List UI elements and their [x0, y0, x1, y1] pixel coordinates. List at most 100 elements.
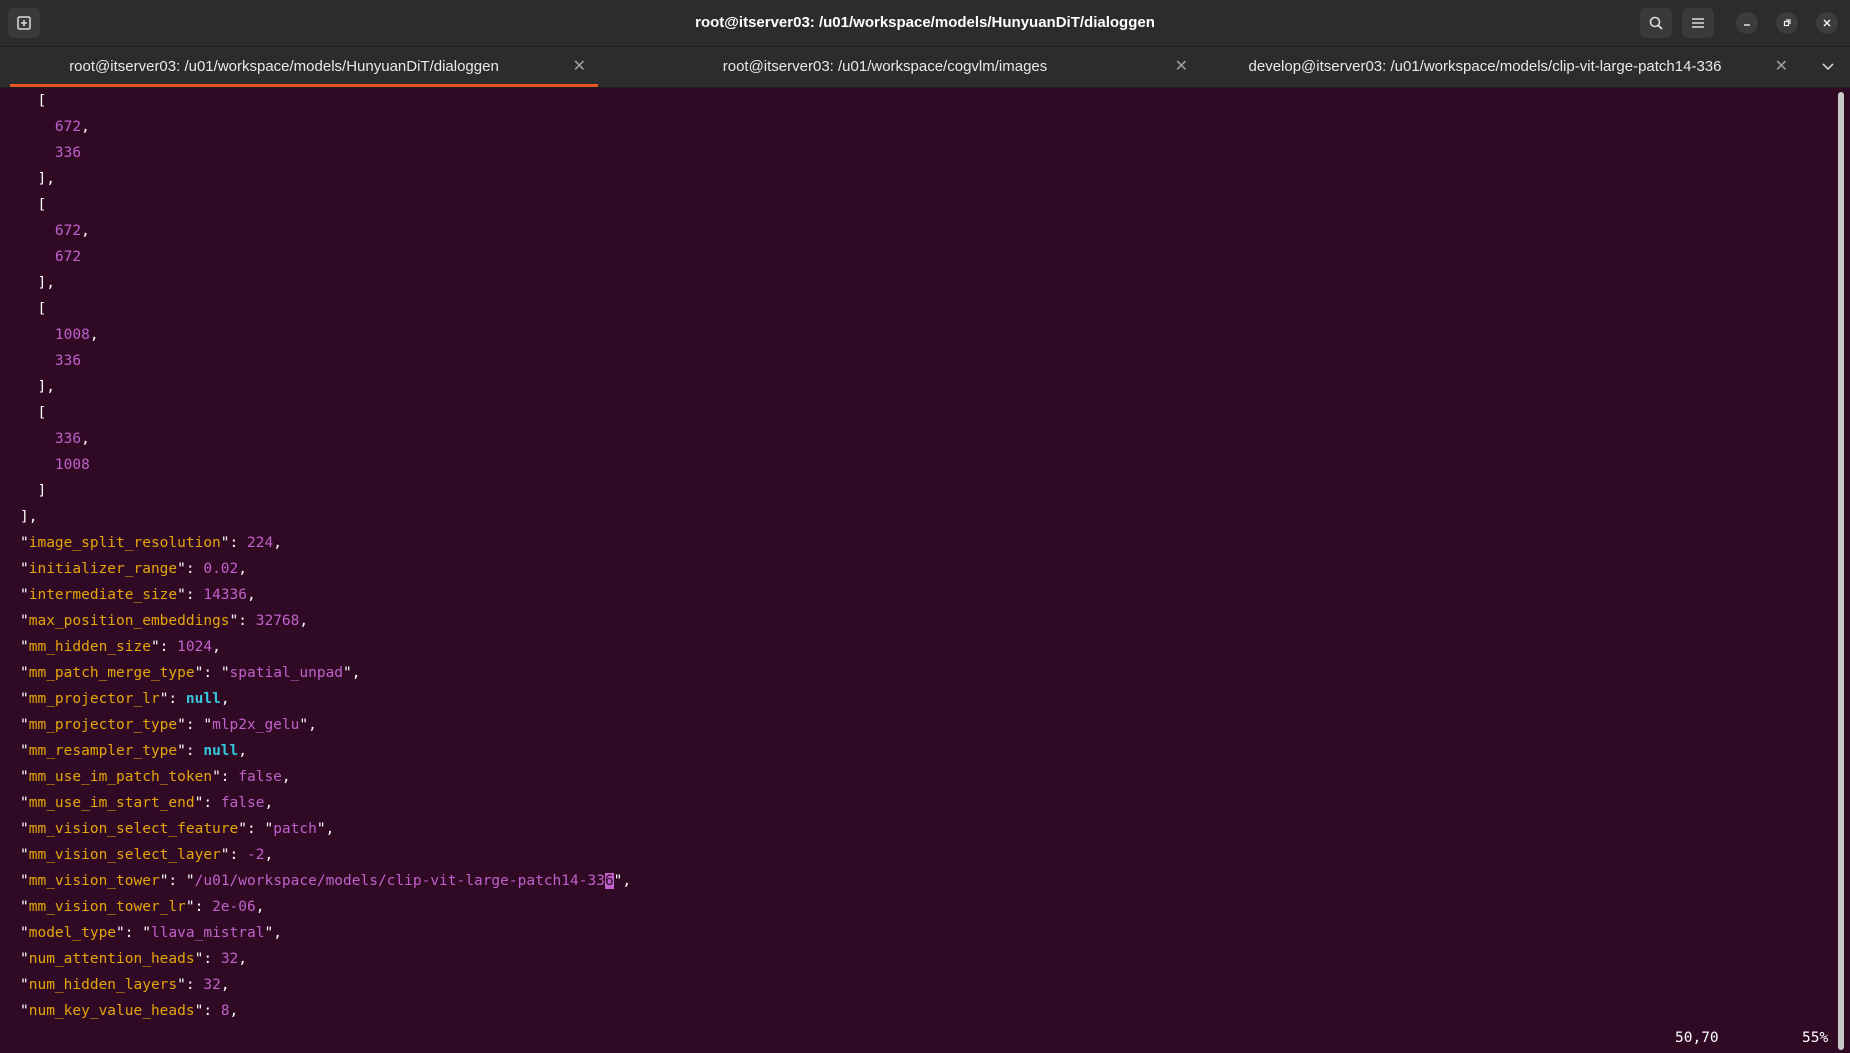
json-value: 336: [54, 145, 82, 161]
quote: ": [20, 899, 29, 915]
json-key: num_attention_heads: [28, 951, 195, 967]
comma: ,: [81, 119, 90, 135]
terminal-line: "mm_vision_select_feature": "patch",: [20, 816, 334, 842]
cursor-position: 50,70: [1675, 1030, 1719, 1046]
quote: ": [20, 665, 29, 681]
json-value: 1008: [54, 457, 90, 473]
json-value: -2: [247, 847, 265, 863]
json-key: mm_projector_lr: [28, 691, 160, 707]
comma: ,: [81, 223, 90, 239]
json-key: mm_patch_merge_type: [28, 665, 195, 681]
terminal-line: [: [20, 400, 46, 426]
quote: ": [299, 717, 309, 733]
comma: ,: [220, 977, 230, 993]
comma: ,: [238, 951, 248, 967]
quote: ": [20, 535, 29, 551]
comma: ,: [238, 743, 247, 759]
terminal-line: "num_key_value_heads": 8,: [20, 998, 238, 1024]
json-string: /u01/workspace/models/clip-vit-large-pat…: [194, 873, 605, 889]
separator: ":: [220, 535, 247, 551]
json-value: 14336: [203, 587, 247, 603]
terminal-line: "mm_resampler_type": null,: [20, 738, 247, 764]
quote: ": [220, 665, 230, 681]
terminal-line: "mm_use_im_patch_token": false,: [20, 764, 291, 790]
terminal-line: ],: [20, 166, 54, 192]
bracket: [: [37, 405, 47, 421]
json-key: num_hidden_layers: [28, 977, 178, 993]
quote: ": [343, 665, 352, 681]
tab-list-button[interactable]: [1816, 47, 1840, 87]
separator: ":: [238, 821, 265, 837]
terminal-line: "num_attention_heads": 32,: [20, 946, 247, 972]
quote: ": [203, 717, 213, 733]
terminal-line: ],: [20, 270, 54, 296]
separator: ":: [220, 847, 247, 863]
window-title: root@itserver03: /u01/workspace/models/H…: [695, 14, 1155, 31]
menu-button[interactable]: [1682, 8, 1714, 38]
quote: ": [316, 821, 326, 837]
tab-clip-vit[interactable]: develop@itserver03: /u01/workspace/model…: [1210, 47, 1800, 87]
separator: ":: [159, 873, 186, 889]
json-value: false: [238, 769, 282, 785]
terminal-line: 336,: [20, 426, 90, 452]
maximize-button[interactable]: [1776, 12, 1798, 34]
tab-bar: root@itserver03: /u01/workspace/models/H…: [0, 47, 1850, 88]
terminal-output[interactable]: [ 672, 336 ], [ 672, 672 ], [ 1008, 336 …: [0, 88, 1840, 1053]
quote: ": [20, 873, 29, 889]
quote: ": [20, 717, 29, 733]
comma: ,: [325, 821, 335, 837]
bracket: ],: [20, 509, 38, 525]
json-key: mm_vision_tower_lr: [28, 899, 186, 915]
quote: ": [20, 951, 29, 967]
terminal-line: "mm_patch_merge_type": "spatial_unpad",: [20, 660, 361, 686]
terminal-line: [: [20, 296, 46, 322]
maximize-icon: [1783, 19, 1791, 27]
terminal-line: "mm_projector_lr": null,: [20, 686, 230, 712]
minimize-button[interactable]: [1736, 12, 1758, 34]
json-value: 672: [54, 223, 82, 239]
terminal-line: "initializer_range": 0.02,: [20, 556, 247, 582]
terminal-line: "model_type": "llava_mistral",: [20, 920, 282, 946]
tab-hunyuandit-dialoggen[interactable]: root@itserver03: /u01/workspace/models/H…: [10, 47, 598, 87]
tab-close-button[interactable]: ✕: [573, 47, 586, 87]
json-key: initializer_range: [28, 561, 178, 577]
terminal-line: "num_hidden_layers": 32,: [20, 972, 230, 998]
quote: ": [142, 925, 151, 941]
json-key: mm_resampler_type: [28, 743, 178, 759]
search-button[interactable]: [1640, 8, 1672, 38]
json-key: image_split_resolution: [28, 535, 221, 551]
separator: ":: [177, 717, 204, 733]
tab-cogvlm-images[interactable]: root@itserver03: /u01/workspace/cogvlm/i…: [610, 47, 1200, 87]
comma: ,: [255, 899, 265, 915]
comma: ,: [308, 717, 317, 733]
comma: ,: [351, 665, 361, 681]
separator: ":: [116, 925, 143, 941]
scroll-percent: 55%: [1802, 1030, 1829, 1046]
separator: ":: [194, 951, 221, 967]
close-window-button[interactable]: [1816, 12, 1838, 34]
tab-close-button[interactable]: ✕: [1775, 47, 1788, 87]
separator: ":: [150, 639, 178, 655]
terminal-line: "mm_use_im_start_end": false,: [20, 790, 273, 816]
tab-label: root@itserver03: /u01/workspace/cogvlm/i…: [722, 58, 1048, 75]
scrollbar[interactable]: [1838, 92, 1844, 1050]
quote: ": [20, 821, 29, 837]
json-key: model_type: [28, 925, 117, 941]
json-string: llava_mistral: [150, 925, 265, 941]
comma: ,: [622, 873, 632, 889]
bracket: [: [37, 93, 47, 109]
quote: ": [20, 925, 29, 941]
terminal-line: 672,: [20, 114, 90, 140]
comma: ,: [273, 535, 282, 551]
terminal-line: 336: [20, 348, 81, 374]
terminal-line: ],: [20, 504, 37, 530]
tab-close-button[interactable]: ✕: [1175, 47, 1188, 87]
json-value: 32: [220, 951, 239, 967]
